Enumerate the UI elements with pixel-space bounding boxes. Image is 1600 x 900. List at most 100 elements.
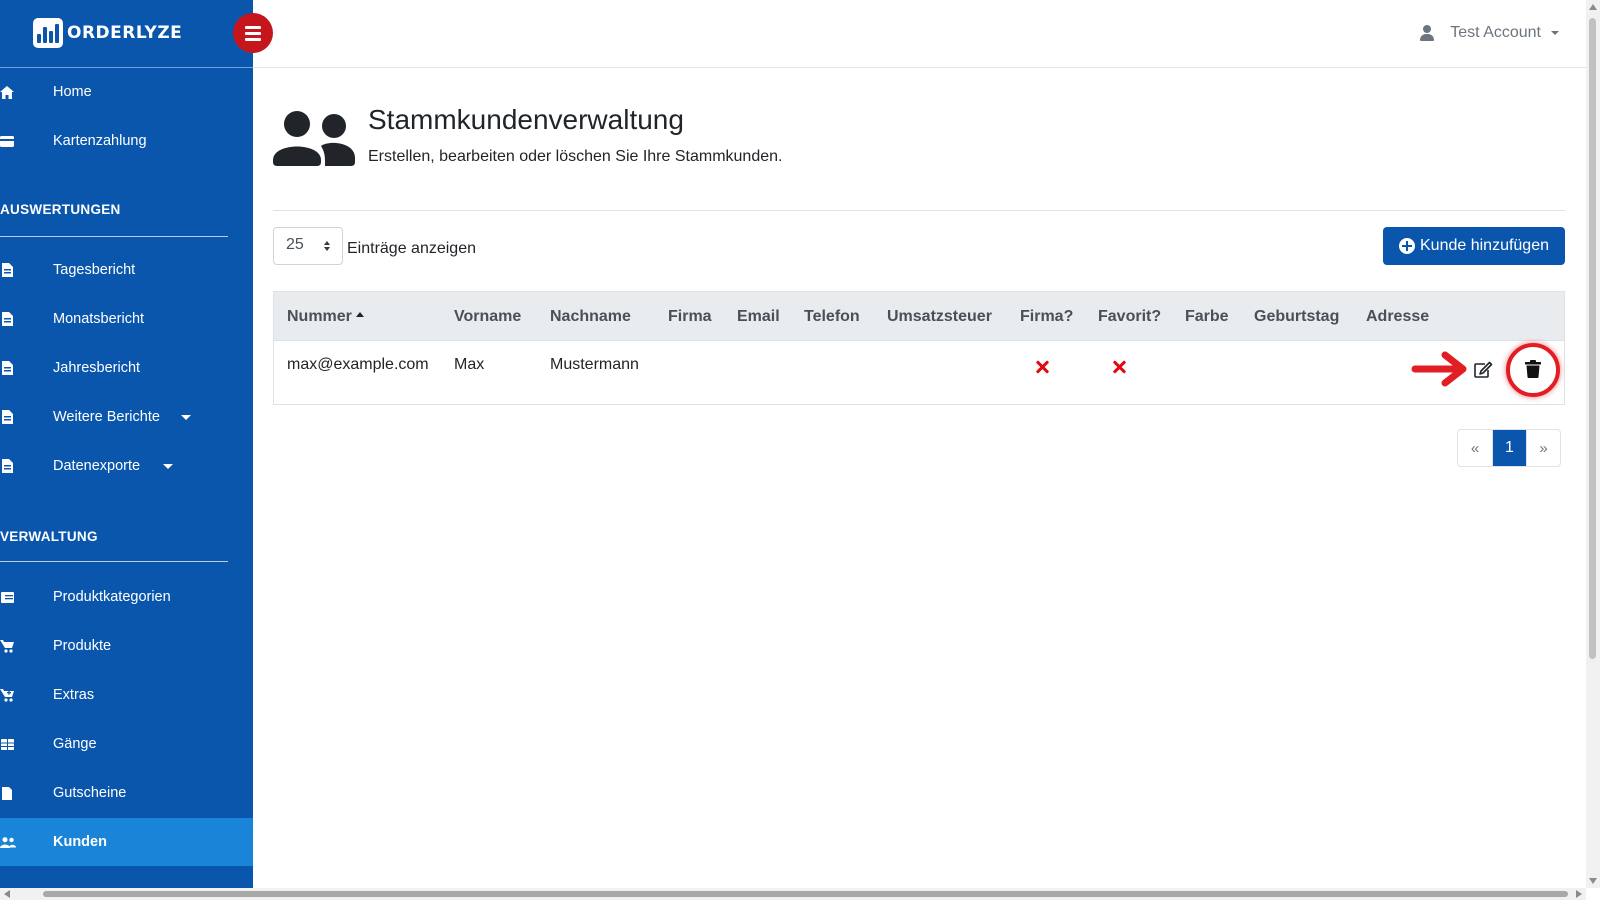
horizontal-scrollbar[interactable] (0, 888, 1586, 900)
sidebar-item-label: Home (53, 84, 92, 100)
file-icon (0, 312, 14, 326)
column-header-email[interactable]: Email (737, 308, 780, 326)
plus-circle-icon (1399, 238, 1415, 254)
scroll-down-icon[interactable] (1589, 878, 1597, 884)
sidebar-item-gaenge[interactable]: Gänge (0, 720, 253, 768)
section-divider (0, 236, 228, 237)
header-divider (273, 210, 1565, 211)
menu-bar (245, 25, 261, 29)
sidebar-item-label: Extras (53, 687, 95, 703)
sidebar-item-monatsbericht[interactable]: Monatsbericht (0, 295, 253, 343)
logo-text: ORDERLYZE (67, 23, 183, 43)
cart-icon (0, 639, 14, 653)
users-icon (0, 835, 16, 849)
cell-nummer: max@example.com (287, 356, 429, 373)
cell-nachname: Mustermann (550, 356, 639, 373)
cart-plus-icon (0, 688, 14, 702)
column-header-telefon[interactable]: Telefon (804, 308, 860, 326)
column-header-nummer[interactable]: Nummer (287, 308, 364, 326)
file-icon (0, 263, 14, 277)
sidebar-item-gutscheine[interactable]: Gutscheine (0, 769, 253, 817)
sidebar-item-datenexporte[interactable]: Datenexporte (0, 442, 253, 490)
delete-button[interactable] (1506, 343, 1560, 397)
sidebar: ORDERLYZE Home Kartenzahlung AUSWERTUNGE… (0, 0, 253, 888)
top-bar: Test Account (253, 0, 1586, 68)
column-header-ist-firma[interactable]: Firma? (1020, 308, 1073, 326)
home-icon (0, 85, 14, 99)
sidebar-item-label: Produkte (53, 638, 112, 654)
menu-toggle-button[interactable] (233, 13, 273, 53)
table-header: Nummer Vorname Nachname Firma Email Tele… (274, 292, 1564, 341)
sidebar-item-kunden[interactable]: Kunden (0, 818, 253, 866)
section-title-auswertungen: AUSWERTUNGEN (0, 202, 121, 217)
scrollbar-thumb[interactable] (43, 891, 1568, 897)
column-header-firma[interactable]: Firma (668, 308, 712, 326)
pagination-page-1[interactable]: 1 (1492, 430, 1526, 466)
scroll-left-icon[interactable] (4, 890, 10, 898)
page-subtitle: Erstellen, bearbeiten oder löschen Sie I… (368, 148, 783, 165)
add-customer-button[interactable]: Kunde hinzufügen (1383, 227, 1565, 265)
page-length-label: Einträge anzeigen (347, 240, 476, 257)
sidebar-item-produkte[interactable]: Produkte (0, 622, 253, 670)
sidebar-item-home[interactable]: Home (0, 68, 253, 116)
account-name: Test Account (1450, 24, 1541, 41)
customers-table: Nummer Vorname Nachname Firma Email Tele… (273, 291, 1565, 405)
column-header-favorit[interactable]: Favorit? (1098, 308, 1161, 326)
sidebar-item-label: Weitere Berichte (53, 409, 160, 425)
column-header-nachname[interactable]: Nachname (550, 308, 631, 326)
list-icon (0, 590, 14, 604)
scroll-right-icon[interactable] (1576, 890, 1582, 898)
pagination-next[interactable]: » (1526, 430, 1560, 466)
sidebar-item-produktkategorien[interactable]: Produktkategorien (0, 573, 253, 621)
chevron-down-icon (181, 414, 191, 420)
page-length-value: 25 (286, 236, 304, 253)
highlight-arrow-icon (1411, 351, 1467, 387)
sidebar-item-label: Tagesbericht (53, 262, 136, 278)
sidebar-item-weitere-berichte[interactable]: Weitere Berichte (0, 393, 253, 441)
menu-bar (245, 31, 261, 35)
column-header-geburtstag[interactable]: Geburtstag (1254, 308, 1339, 326)
scroll-up-icon[interactable] (1589, 4, 1597, 10)
account-menu[interactable]: Test Account (1420, 24, 1559, 42)
sidebar-item-extras[interactable]: Extras (0, 671, 253, 719)
edit-icon[interactable] (1473, 361, 1493, 379)
sidebar-item-kartenzahlung[interactable]: Kartenzahlung (0, 117, 253, 165)
vertical-scrollbar[interactable] (1586, 0, 1600, 888)
table-icon (0, 737, 14, 751)
sidebar-item-label: Gänge (53, 736, 97, 752)
column-header-adresse[interactable]: Adresse (1366, 308, 1429, 326)
section-title-verwaltung: VERWALTUNG (0, 529, 98, 544)
user-icon (1420, 25, 1435, 41)
sidebar-item-label: Gutscheine (53, 785, 127, 801)
false-x-icon (1112, 360, 1126, 374)
chevron-down-icon (163, 463, 173, 469)
credit-card-icon (0, 134, 14, 148)
column-header-vorname[interactable]: Vorname (454, 308, 521, 326)
pagination: « 1 » (1457, 429, 1561, 467)
orderlyze-logo[interactable]: ORDERLYZE (33, 18, 182, 48)
false-x-icon (1035, 360, 1049, 374)
file-icon (0, 361, 14, 375)
users-icon (273, 111, 355, 166)
column-header-umsatzsteuer[interactable]: Umsatzsteuer (887, 308, 992, 326)
sidebar-item-tagesbericht[interactable]: Tagesbericht (0, 246, 253, 294)
sidebar-item-label: Jahresbericht (53, 360, 141, 376)
file-icon (0, 459, 14, 473)
column-header-farbe[interactable]: Farbe (1185, 308, 1229, 326)
select-arrows-icon (324, 241, 330, 251)
page-title: Stammkundenverwaltung (368, 104, 684, 135)
trash-icon (1525, 360, 1541, 378)
sidebar-item-jahresbericht[interactable]: Jahresbericht (0, 344, 253, 392)
sidebar-item-label: Kunden (53, 834, 107, 850)
menu-bar (245, 37, 261, 41)
brand-header: ORDERLYZE (0, 0, 253, 68)
sidebar-item-label: Produktkategorien (53, 589, 171, 605)
add-customer-label: Kunde hinzufügen (1420, 237, 1549, 254)
page-length-select[interactable]: 25 (273, 227, 343, 265)
scrollbar-thumb[interactable] (1589, 18, 1596, 659)
section-divider (0, 561, 228, 562)
file-icon (0, 410, 14, 424)
sidebar-item-label: Monatsbericht (53, 311, 145, 327)
pagination-previous[interactable]: « (1458, 430, 1492, 466)
sidebar-item-label: Kartenzahlung (53, 133, 147, 149)
